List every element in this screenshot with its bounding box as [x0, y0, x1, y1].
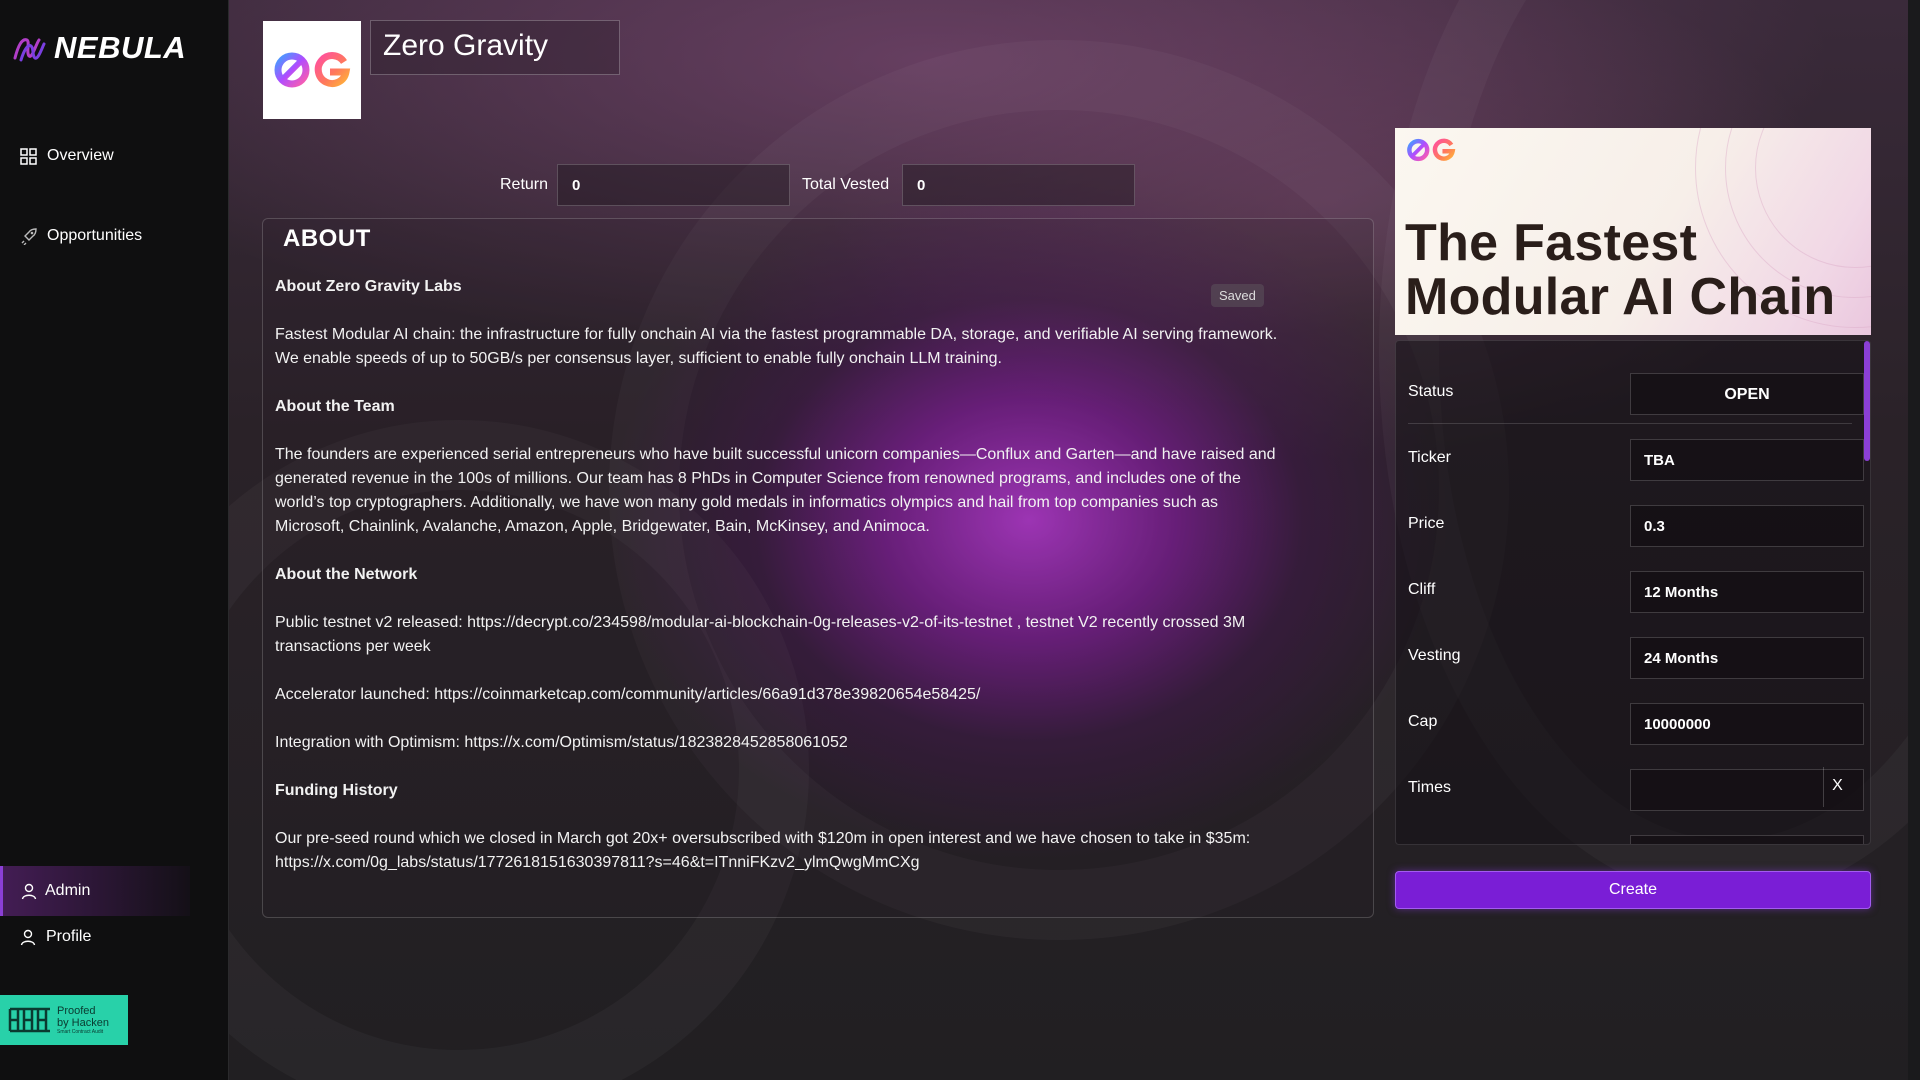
about-heading: About the Team — [275, 398, 395, 415]
divider — [1408, 423, 1852, 424]
next-row — [1408, 833, 1864, 844]
rocket-icon — [21, 227, 37, 245]
zero-gravity-logo-icon — [274, 52, 351, 88]
sidebar-item-admin[interactable]: Admin — [0, 866, 190, 916]
about-heading: About Zero Gravity Labs — [275, 278, 462, 295]
times-row: Times — [1408, 767, 1864, 811]
vesting-label: Vesting — [1408, 647, 1461, 664]
zero-gravity-logo-icon — [1407, 138, 1456, 162]
sidebar-item-label: Opportunities — [47, 227, 143, 244]
cliff-row: Cliff 12 Months — [1408, 569, 1864, 613]
about-panel: ABOUT Saved About Zero Gravity Labs Fast… — [262, 218, 1374, 918]
nebula-logo-icon — [13, 38, 46, 62]
hacken-line2: by Hacken — [57, 1017, 109, 1029]
project-logo[interactable] — [263, 21, 361, 119]
grid-icon — [20, 147, 37, 165]
about-title: ABOUT — [283, 225, 371, 252]
return-label: Return — [500, 176, 549, 193]
sidebar: NEBULA Overview Opportunities Admin Prof… — [0, 0, 229, 1080]
ticker-label: Ticker — [1408, 449, 1451, 466]
project-banner: The Fastest Modular AI Chain — [1395, 128, 1871, 335]
hacken-logo-icon — [8, 1007, 50, 1033]
times-clear-button[interactable]: X — [1823, 767, 1851, 807]
project-name-input[interactable]: Zero Gravity — [370, 20, 620, 75]
status-row: Status OPEN — [1408, 371, 1864, 415]
user-icon — [20, 929, 36, 945]
cap-input[interactable]: 10000000 — [1630, 703, 1864, 745]
user-icon — [21, 883, 37, 899]
details-panel[interactable]: Status OPEN Ticker TBA Price 0.3 Cliff 1… — [1395, 340, 1871, 845]
window-edge — [1908, 0, 1920, 1080]
hacken-line3: Smart Contract Audit — [57, 1029, 104, 1035]
brand-logo[interactable]: NEBULA — [12, 30, 186, 66]
about-paragraph: Accelerator launched: https://coinmarket… — [275, 686, 981, 703]
cliff-label: Cliff — [1408, 581, 1436, 598]
sidebar-item-opportunities[interactable]: Opportunities — [20, 227, 142, 245]
cliff-input[interactable]: 12 Months — [1630, 571, 1864, 613]
details-scrollbar[interactable] — [1864, 341, 1870, 461]
price-label: Price — [1408, 515, 1445, 532]
vesting-input[interactable]: 24 Months — [1630, 637, 1864, 679]
price-row: Price 0.3 — [1408, 503, 1864, 547]
status-label: Status — [1408, 383, 1454, 400]
about-paragraph: The founders are experienced serial entr… — [275, 446, 1276, 535]
total-vested-input[interactable]: 0 — [902, 164, 1135, 206]
vesting-row: Vesting 24 Months — [1408, 635, 1864, 679]
hacken-line1: Proofed — [57, 1005, 96, 1017]
about-heading: About the Network — [275, 566, 418, 583]
banner-title-line2: Modular AI Chain — [1405, 268, 1836, 326]
brand-name: NEBULA — [54, 30, 187, 65]
about-paragraph: Our pre-seed round which we closed in Ma… — [275, 830, 1251, 871]
banner-title-line1: The Fastest — [1405, 214, 1698, 272]
sidebar-item-profile[interactable]: Profile — [20, 928, 91, 946]
total-vested-label: Total Vested — [802, 176, 890, 193]
times-label: Times — [1408, 779, 1451, 796]
sidebar-item-overview[interactable]: Overview — [20, 147, 114, 165]
about-heading: Funding History — [275, 782, 398, 799]
cap-row: Cap 10000000 — [1408, 701, 1864, 745]
price-input[interactable]: 0.3 — [1630, 505, 1864, 547]
sidebar-item-label: Admin — [45, 882, 91, 899]
create-button[interactable]: Create — [1395, 871, 1871, 909]
ticker-input[interactable]: TBA — [1630, 439, 1864, 481]
ticker-row: Ticker TBA — [1408, 437, 1864, 481]
sidebar-item-label: Profile — [46, 928, 92, 945]
return-input[interactable]: 0 — [557, 164, 790, 206]
sidebar-item-label: Overview — [47, 147, 114, 164]
cap-label: Cap — [1408, 713, 1438, 730]
hacken-audit-badge[interactable]: Proofed by Hacken Smart Contract Audit — [0, 995, 128, 1045]
next-field-input[interactable] — [1630, 835, 1864, 844]
status-value[interactable]: OPEN — [1630, 373, 1864, 415]
about-paragraph: Integration with Optimism: https://x.com… — [275, 734, 848, 751]
about-paragraph: Public testnet v2 released: https://decr… — [275, 614, 1246, 655]
about-paragraph: Fastest Modular AI chain: the infrastruc… — [275, 326, 1278, 367]
about-content[interactable]: About Zero Gravity Labs Fastest Modular … — [275, 275, 1285, 899]
banner-title: The Fastest Modular AI Chain — [1405, 216, 1835, 324]
